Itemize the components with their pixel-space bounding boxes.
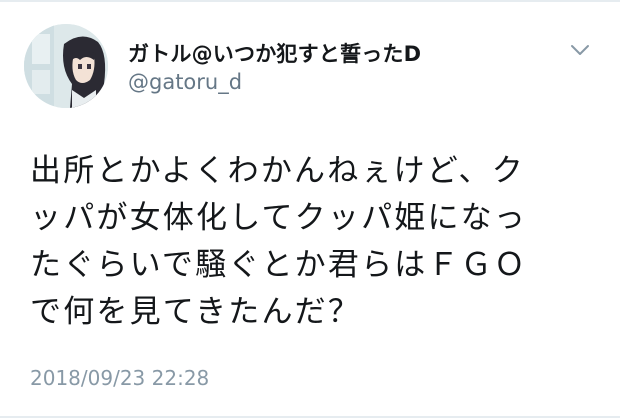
top-divider [0,0,620,2]
tweet-text-line: 出所とかよくわかんねぇけど、ク [30,153,525,189]
tweet-text-line: で何を見てきたんだ？ [30,294,362,330]
user-handle[interactable]: @gatoru_d [128,70,242,94]
avatar[interactable] [24,24,108,108]
tweet-text-line: たぐらいで騒ぐとか君らはＦＧＯ [30,247,528,283]
chevron-down-icon [571,45,589,55]
anime-character-avatar-icon [24,24,108,108]
tweet-timestamp[interactable]: 2018/09/23 22:28 [30,366,209,390]
display-name[interactable]: ガトル@いつか犯すと誓ったD [128,38,421,68]
tweet-text: 出所とかよくわかんねぇけど、ク ッパが女体化してクッパ姫になっ たぐらいで騒ぐと… [30,148,590,336]
tweet-card[interactable]: ガトル@いつか犯すと誓ったD @gatoru_d 出所とかよくわかんねぇけど、ク… [0,0,620,418]
tweet-menu-button[interactable] [568,40,592,60]
tweet-text-line: ッパが女体化してクッパ姫になっ [30,200,528,236]
